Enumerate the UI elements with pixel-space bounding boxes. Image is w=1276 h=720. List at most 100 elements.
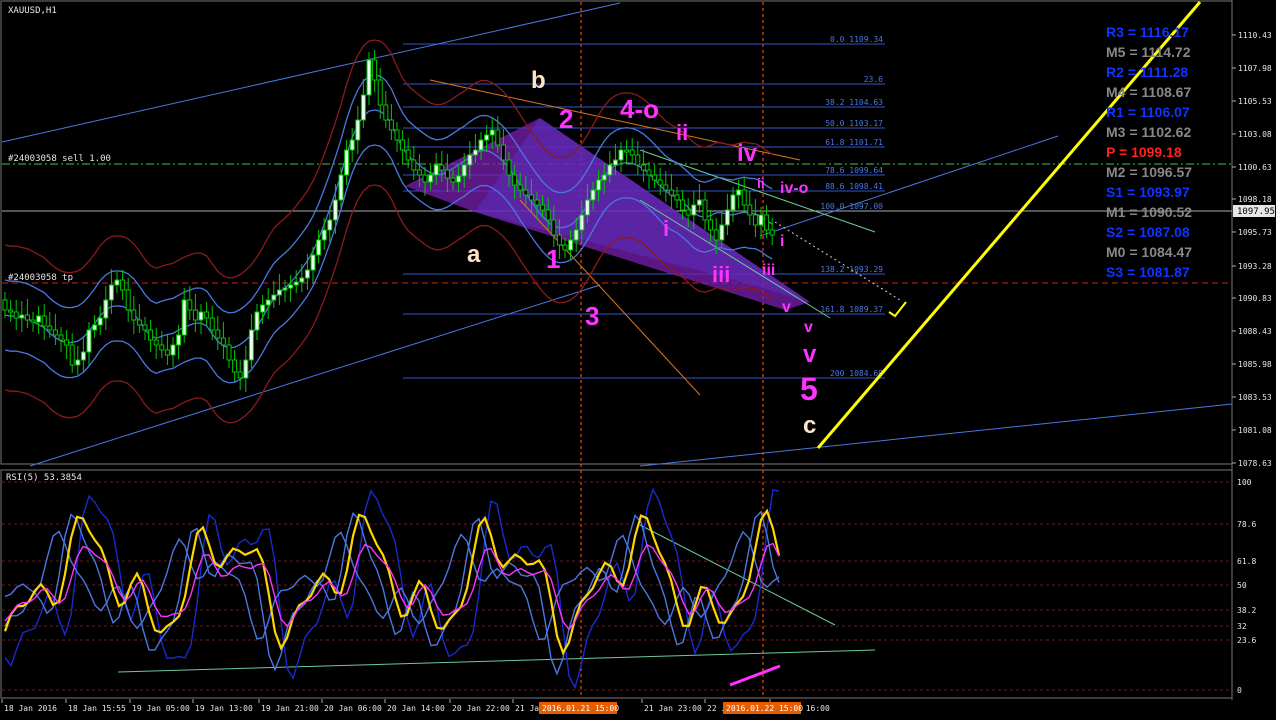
fib-level-label: 161.8 1089.37 <box>820 305 883 314</box>
candle-body <box>209 317 215 331</box>
price-tick-label: 1081.08 <box>1238 426 1272 435</box>
candle-body <box>579 214 585 231</box>
wave-label: iii <box>762 262 775 279</box>
pivot-entry: M1 = 1090.52 <box>1106 204 1192 220</box>
fib-level-label: 38.2 1104.63 <box>825 98 883 107</box>
time-tick-label: 18 Jan 15:55 <box>68 704 126 713</box>
candle-body <box>349 139 355 151</box>
candle-body <box>153 339 159 346</box>
candle-body <box>428 174 434 183</box>
price-tick-label: 1085.98 <box>1238 360 1272 369</box>
candle-body <box>282 287 288 291</box>
candle-body <box>444 169 450 179</box>
candle-body <box>663 184 669 191</box>
pivot-name: P <box>1106 144 1115 160</box>
candle-body <box>75 359 81 366</box>
candle-body <box>500 144 506 161</box>
candle-body <box>523 189 529 196</box>
candle-body <box>758 214 764 226</box>
candle-body <box>41 315 47 327</box>
candle-body <box>159 344 165 351</box>
candle-body <box>204 311 210 319</box>
wave-label: 5 <box>800 371 818 407</box>
pivot-entry: R3 = 1116.17 <box>1106 24 1189 40</box>
pivot-value: 1099.18 <box>1131 144 1182 160</box>
candle-body <box>192 309 198 321</box>
candle-body <box>607 164 613 176</box>
candle-body <box>685 209 691 216</box>
candle-body <box>512 174 518 186</box>
price-tick-label: 1090.83 <box>1238 294 1272 303</box>
pivot-value: 1081.87 <box>1139 264 1190 280</box>
pivot-name: S2 <box>1106 224 1123 240</box>
candle-body <box>752 214 758 226</box>
wave-label: iii <box>712 262 730 287</box>
fib-level-label: 100.0 1097.00 <box>820 202 883 211</box>
candle-body <box>176 334 182 346</box>
price-tick-label: 1100.63 <box>1238 163 1272 172</box>
candle-body <box>456 175 462 183</box>
candle-body <box>30 319 36 323</box>
candle-body <box>97 317 103 326</box>
wave-label: 2 <box>559 104 573 134</box>
candle-body <box>237 371 243 379</box>
candle-body <box>299 277 305 283</box>
candle-body <box>534 199 540 206</box>
time-highlight-text: 2016.01.21 15:00 <box>542 704 619 713</box>
candle-body <box>58 334 64 341</box>
fib-level-label: 23.6 <box>864 75 883 84</box>
candle-body <box>316 239 322 256</box>
candle-body <box>92 324 98 331</box>
candle-body <box>383 104 389 121</box>
rsi-level-label: 100 <box>1237 478 1252 487</box>
candle-body <box>680 199 686 211</box>
candle-body <box>506 159 512 176</box>
price-tick-label: 1107.98 <box>1238 64 1272 73</box>
time-axis: 18 Jan 2016 18 Jan 15:55 19 Jan 05:00 19 Ja… <box>1 699 830 713</box>
candle-body <box>360 94 366 121</box>
chart-area[interactable]: 1110.43 1107.98 1105.53 1103.08 1100.63 1098.… <box>0 0 1276 720</box>
wave-label: i <box>780 233 784 250</box>
candle-body <box>293 281 299 286</box>
pivot-equals: = <box>1123 264 1139 280</box>
pivot-entry: M4 = 1108.67 <box>1106 84 1191 100</box>
candle-body <box>674 194 680 201</box>
candle-body <box>377 79 383 106</box>
candle-body <box>640 164 646 171</box>
candle-body <box>254 311 260 331</box>
wave-label: a <box>467 241 481 268</box>
candle-body <box>24 314 30 321</box>
candle-body <box>355 119 361 141</box>
candle-body <box>64 339 70 346</box>
candle-body <box>148 329 154 341</box>
price-axis: 1110.43 1107.98 1105.53 1103.08 1100.63 1098.… <box>1232 31 1272 468</box>
pivot-equals: = <box>1125 164 1141 180</box>
candle-body <box>120 279 126 291</box>
candle-body <box>495 129 501 146</box>
rsi-level-label: 50 <box>1237 581 1247 590</box>
candle-body <box>730 194 736 211</box>
pivot-equals: = <box>1124 24 1140 40</box>
pivot-entry: R1 = 1106.07 <box>1106 104 1190 120</box>
pivot-entry: M0 = 1084.47 <box>1106 244 1192 260</box>
pivot-entry: S3 = 1081.87 <box>1106 264 1190 280</box>
pivot-entry: M2 = 1096.57 <box>1106 164 1192 180</box>
pivot-value: 1108.67 <box>1141 84 1191 100</box>
pivot-value: 1093.97 <box>1139 184 1190 200</box>
rsi-level-label: 0 <box>1237 686 1242 695</box>
pivot-equals: = <box>1125 244 1141 260</box>
candle-body <box>696 199 702 206</box>
pivot-value: 1102.62 <box>1141 124 1191 140</box>
pivot-value: 1111.28 <box>1140 64 1189 80</box>
candle-body <box>394 129 400 141</box>
candle-body <box>243 359 249 379</box>
candle-body <box>304 269 310 279</box>
pivot-name: R1 <box>1106 104 1124 120</box>
candle-body <box>103 299 109 319</box>
candle-body <box>601 174 607 181</box>
candle-body <box>461 164 467 177</box>
wave-label: v <box>782 299 791 316</box>
candle-body <box>198 311 204 321</box>
candle-body <box>142 324 148 331</box>
candle-body <box>551 219 557 236</box>
